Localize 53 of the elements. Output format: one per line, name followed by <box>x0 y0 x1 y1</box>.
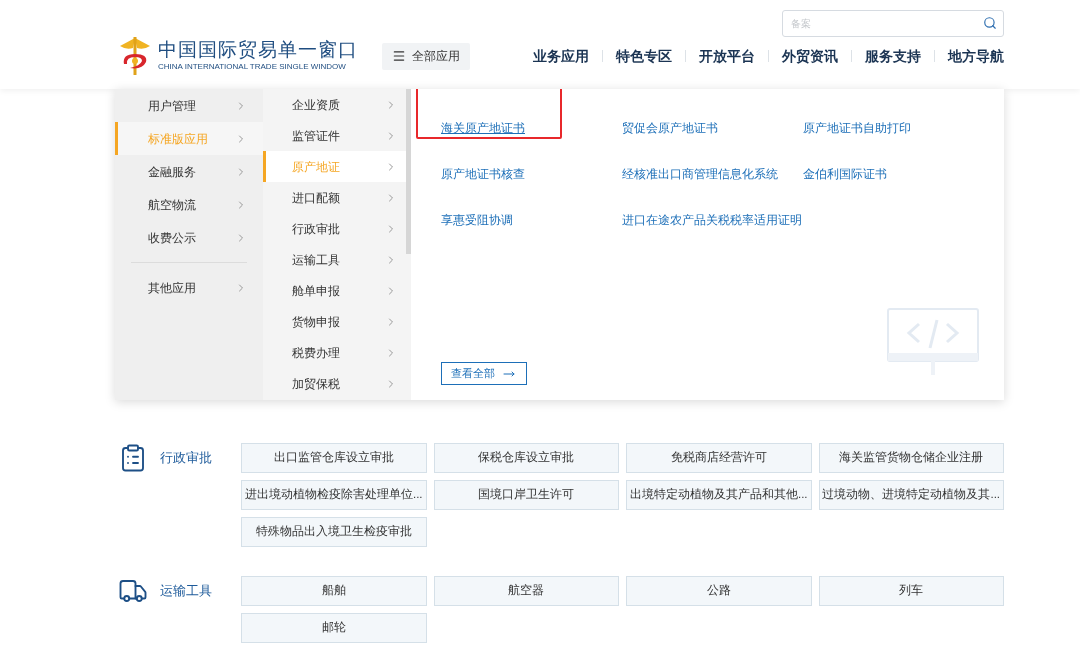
subcategory-item[interactable]: 税费办理 <box>263 337 411 368</box>
category-item[interactable]: 用户管理 <box>115 89 263 122</box>
subcategory-item[interactable]: 货物申报 <box>263 306 411 337</box>
service-tile[interactable]: 特殊物品出入境卫生检疫审批 <box>241 517 427 547</box>
service-tile[interactable]: 航空器 <box>433 576 619 606</box>
logo-subtitle: CHINA INTERNATIONAL TRADE SINGLE WINDOW <box>158 61 347 73</box>
logo-icon <box>118 34 152 78</box>
nav-link[interactable]: 开放平台 <box>699 45 755 67</box>
section-title: 行政审批 <box>160 449 212 468</box>
category-item[interactable]: 收费公示 <box>115 221 263 254</box>
service-tile[interactable]: 国境口岸卫生许可 <box>433 480 619 510</box>
service-tile[interactable]: 进出境动植物检疫除害处理单位... <box>241 480 427 510</box>
service-tile[interactable]: 公路 <box>626 576 812 606</box>
menu-link[interactable]: 海关原产地证书 <box>441 122 525 134</box>
menu-link[interactable]: 原产地证书自助打印 <box>803 122 911 134</box>
view-all-button[interactable]: 查看全部 <box>441 362 527 385</box>
menu-icon[interactable] <box>392 49 406 63</box>
subcategory-item[interactable]: 监管证件 <box>263 120 411 151</box>
nav-link[interactable]: 业务应用 <box>533 45 589 67</box>
section-title: 运输工具 <box>160 582 212 601</box>
menu-link[interactable]: 进口在途农产品关税税率适用证明 <box>622 214 802 226</box>
service-tile[interactable]: 海关监管货物仓储企业注册 <box>818 443 1004 473</box>
nav-link[interactable]: 地方导航 <box>948 45 1004 67</box>
all-apps-button[interactable]: 全部应用 <box>382 42 470 70</box>
subcategory-item[interactable]: 加贸保税 <box>263 368 411 399</box>
code-monitor-icon <box>887 308 979 376</box>
category-item[interactable]: 金融服务 <box>115 155 263 188</box>
subcategory-item[interactable]: 运输工具 <box>263 244 411 275</box>
menu-link[interactable]: 原产地证书核查 <box>441 168 525 180</box>
service-tile[interactable]: 过境动物、进境特定动植物及其... <box>818 480 1004 510</box>
service-tile[interactable]: 免税商店经营许可 <box>626 443 812 473</box>
category-item[interactable]: 其他应用 <box>115 271 263 304</box>
service-tile[interactable]: 邮轮 <box>241 613 427 643</box>
subcategory-item[interactable]: 进口配额 <box>263 182 411 213</box>
menu-link[interactable]: 享惠受阻协调 <box>441 214 513 226</box>
service-tile[interactable]: 保税仓库设立审批 <box>433 443 619 473</box>
scrollbar-thumb[interactable] <box>406 89 411 254</box>
logo-title: 中国国际贸易单一窗口 <box>158 39 358 61</box>
nav-link[interactable]: 服务支持 <box>865 45 921 67</box>
nav-link[interactable]: 外贸资讯 <box>782 45 838 67</box>
search-icon[interactable] <box>983 16 997 30</box>
service-tile[interactable]: 出口监管仓库设立审批 <box>241 443 427 473</box>
menu-link[interactable]: 经核准出口商管理信息化系统 <box>622 168 778 180</box>
menu-link[interactable]: 金伯利国际证书 <box>803 168 887 180</box>
subcategory-item[interactable]: 企业资质 <box>263 89 411 120</box>
subcategory-item[interactable]: 舱单申报 <box>263 275 411 306</box>
category-item[interactable]: 航空物流 <box>115 188 263 221</box>
subcategory-item[interactable]: 行政审批 <box>263 213 411 244</box>
service-tile[interactable]: 船舶 <box>241 576 427 606</box>
service-tile[interactable]: 列车 <box>818 576 1004 606</box>
service-tile[interactable]: 出境特定动植物及其产品和其他... <box>626 480 812 510</box>
menu-link[interactable]: 贸促会原产地证书 <box>622 122 718 134</box>
nav-link[interactable]: 特色专区 <box>616 45 672 67</box>
